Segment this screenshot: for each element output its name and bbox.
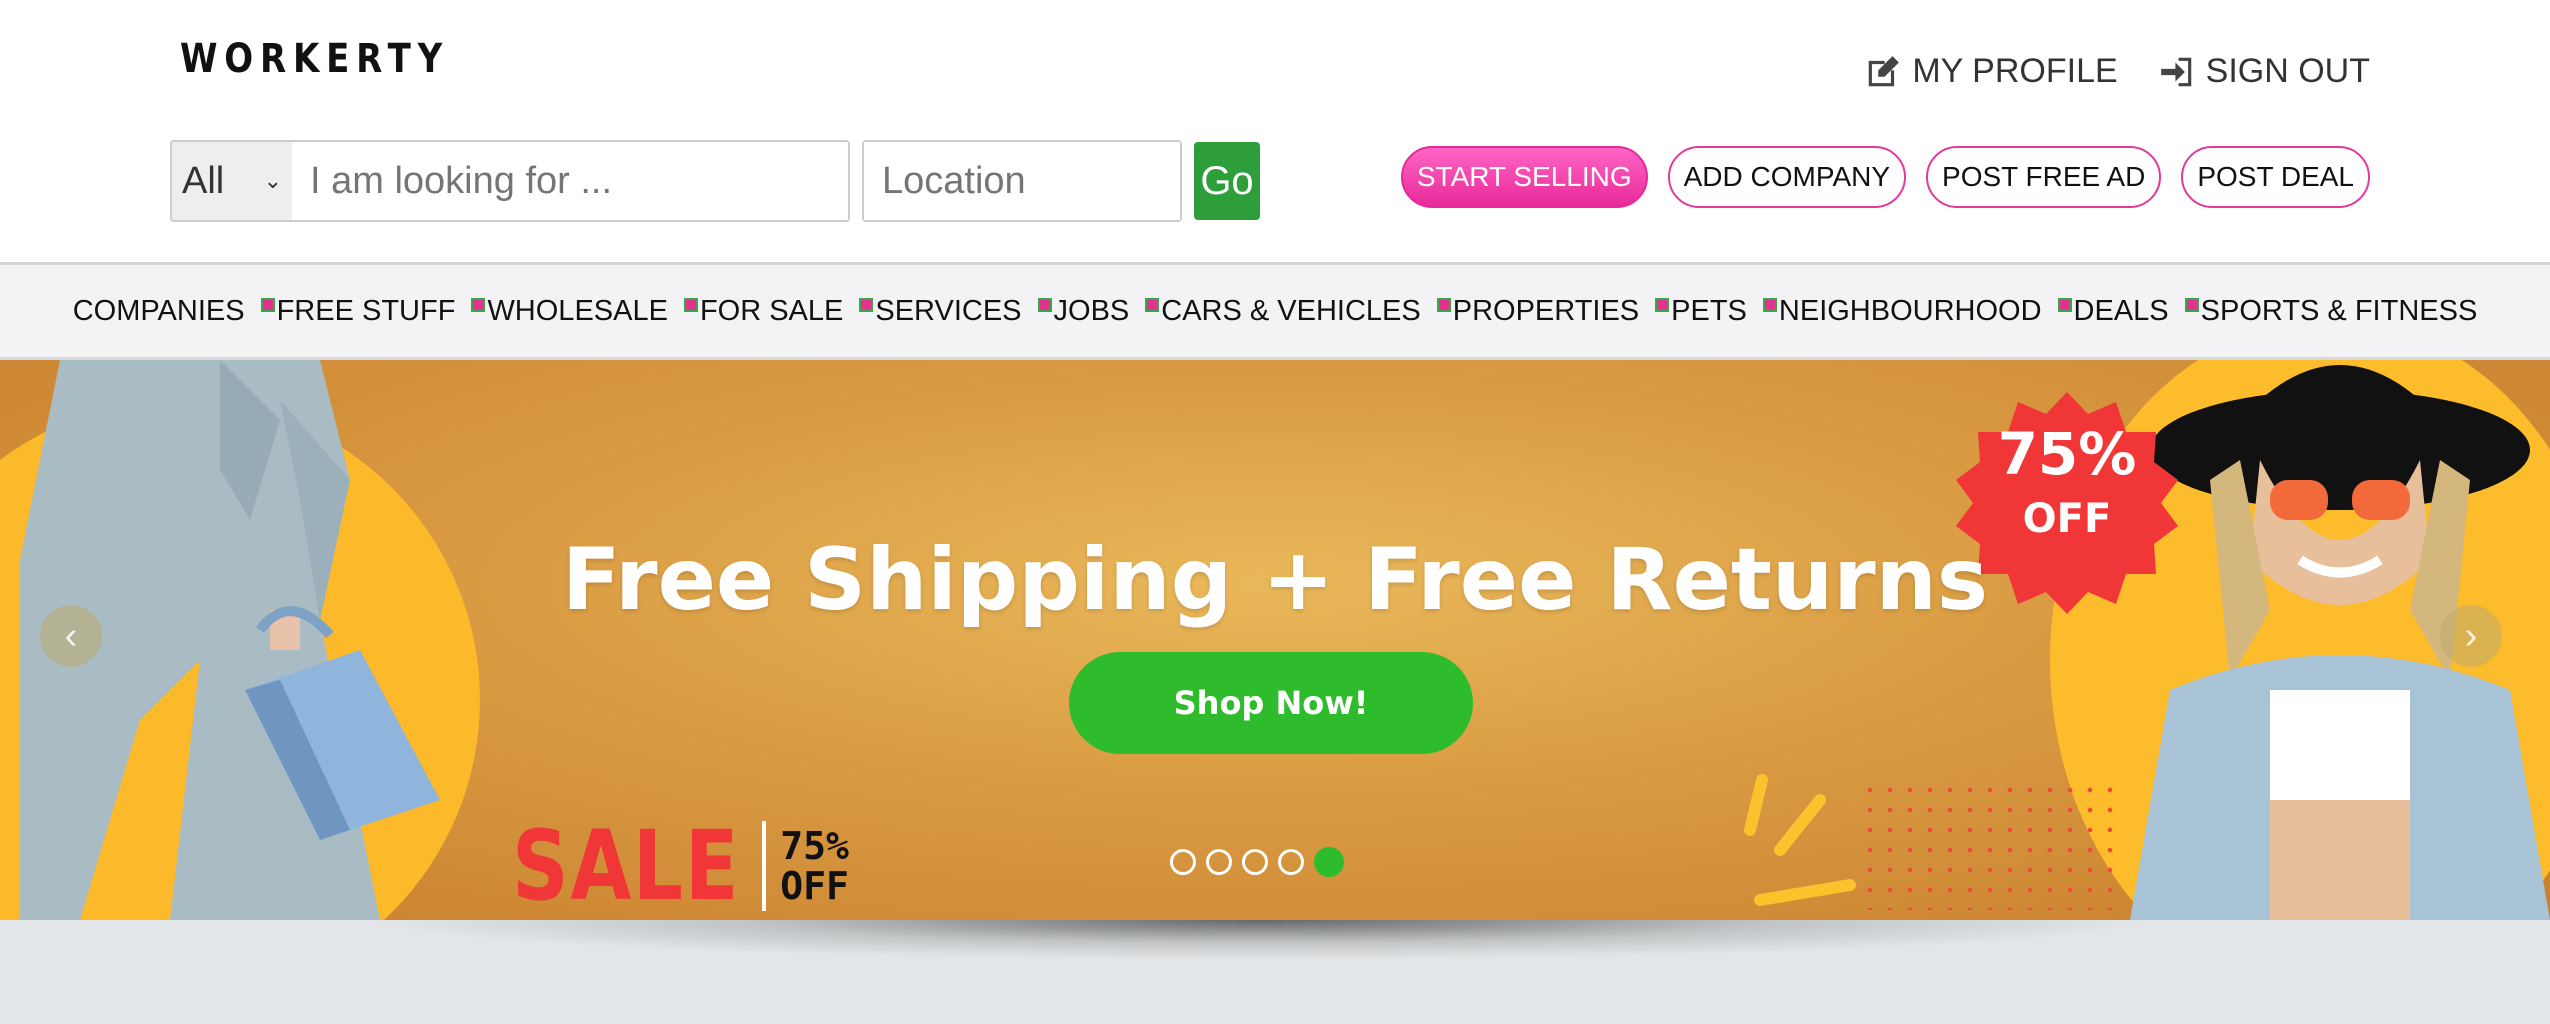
site-logo[interactable]: WORKERTY <box>180 36 449 82</box>
banner-headline: Free Shipping + Free Returns <box>561 530 1989 630</box>
shop-now-button[interactable]: Shop Now! <box>1069 652 1473 754</box>
hero-carousel: 75% OFF Free Shipping + Free Returns Sho… <box>0 360 2550 920</box>
sign-out-icon <box>2160 57 2191 86</box>
start-selling-button[interactable]: START SELLING <box>1400 146 1648 208</box>
nav-item-sports-fitness[interactable]: SPORTS & FITNESS <box>2184 294 2478 328</box>
bullet-icon <box>1436 298 1451 312</box>
post-free-ad-button[interactable]: POST FREE AD <box>1926 146 2162 208</box>
sale-percent-off: OFF <box>780 864 849 908</box>
sale-label: SALE 75% OFF <box>512 810 849 920</box>
bullet-icon <box>471 298 486 312</box>
my-profile-link[interactable]: MY PROFILE <box>1864 52 2118 91</box>
bullet-icon <box>1762 298 1777 312</box>
category-nav: COMPANIES FREE STUFF WHOLESALE FOR SALE … <box>0 265 2550 360</box>
carousel-dot[interactable] <box>1242 849 1268 875</box>
bullet-icon <box>1037 298 1052 312</box>
carousel-prev-button[interactable]: ‹ <box>40 605 102 667</box>
sale-word: SALE <box>512 810 741 920</box>
sign-out-label: SIGN OUT <box>2205 52 2370 90</box>
nav-item-label: NEIGHBOURHOOD <box>1778 294 2042 327</box>
chevron-down-icon: ⌄ <box>263 168 282 193</box>
search-bar: All ⌄ Go <box>170 140 1260 222</box>
nav-item-neighbourhood[interactable]: NEIGHBOURHOOD <box>1762 294 2042 328</box>
bullet-icon <box>1145 298 1160 312</box>
site-header: WORKERTY MY PROFILE SIGN OUT All ⌄ Go ST… <box>0 0 2550 265</box>
sign-out-link[interactable]: SIGN OUT <box>2158 52 2370 91</box>
category-value: All <box>182 159 225 202</box>
nav-item-label: PETS <box>1671 294 1747 327</box>
nav-item-properties[interactable]: PROPERTIES <box>1436 294 1640 328</box>
nav-item-for-sale[interactable]: FOR SALE <box>683 294 844 328</box>
nav-item-label: PROPERTIES <box>1452 294 1640 327</box>
post-deal-button[interactable]: POST DEAL <box>2181 146 2370 208</box>
nav-item-label: SERVICES <box>875 294 1022 327</box>
user-links: MY PROFILE SIGN OUT <box>1864 52 2370 91</box>
go-button[interactable]: Go <box>1194 142 1260 220</box>
nav-item-label: DEALS <box>2073 294 2169 327</box>
nav-item-free-stuff[interactable]: FREE STUFF <box>260 294 456 328</box>
discount-badge-text: 75% OFF <box>1956 420 2178 542</box>
edit-profile-icon <box>1869 55 1900 86</box>
nav-item-companies[interactable]: COMPANIES <box>73 295 245 328</box>
sale-divider <box>762 821 767 911</box>
bullet-icon <box>2184 298 2199 312</box>
bullet-icon <box>859 298 874 312</box>
nav-item-label: WHOLESALE <box>487 294 668 327</box>
nav-item-label: CARS & VEHICLES <box>1161 294 1421 327</box>
bullet-icon <box>1655 298 1670 312</box>
nav-item-pets[interactable]: PETS <box>1655 295 1747 328</box>
nav-item-deals[interactable]: DEALS <box>2057 294 2169 328</box>
location-input[interactable] <box>864 142 1180 220</box>
nav-item-cars-vehicles[interactable]: CARS & VEHICLES <box>1145 294 1421 328</box>
chevron-left-icon: ‹ <box>64 614 78 657</box>
carousel-dot[interactable] <box>1278 849 1304 875</box>
bullet-icon <box>260 298 275 312</box>
banner-shadow <box>360 920 2160 960</box>
bullet-icon <box>2057 298 2072 312</box>
sale-percent: 75% OFF <box>780 826 849 906</box>
nav-item-label: SPORTS & FITNESS <box>2200 294 2478 327</box>
carousel-dot[interactable] <box>1206 849 1232 875</box>
chevron-right-icon: › <box>2464 614 2478 657</box>
nav-item-label: FOR SALE <box>699 294 844 327</box>
streak-decoration <box>1744 774 1856 906</box>
search-box: All ⌄ <box>170 140 850 222</box>
header-actions: START SELLING ADD COMPANY POST FREE AD P… <box>1400 146 2370 208</box>
nav-item-jobs[interactable]: JOBS <box>1037 294 1130 328</box>
nav-item-wholesale[interactable]: WHOLESALE <box>471 295 668 328</box>
location-box <box>862 140 1182 222</box>
nav-item-label: COMPANIES <box>72 294 245 327</box>
carousel-next-button[interactable]: › <box>2440 605 2502 667</box>
nav-item-label: FREE STUFF <box>276 294 456 327</box>
my-profile-label: MY PROFILE <box>1912 52 2118 90</box>
sale-percent-value: 75% <box>780 824 849 868</box>
add-company-button[interactable]: ADD COMPANY <box>1667 146 1907 208</box>
carousel-dots <box>1170 847 1344 877</box>
carousel-dot-active[interactable] <box>1314 847 1344 877</box>
halftone-decoration <box>1860 780 2120 910</box>
nav-item-services[interactable]: SERVICES <box>859 294 1022 328</box>
carousel-dot[interactable] <box>1170 849 1196 875</box>
nav-item-label: JOBS <box>1053 294 1130 327</box>
search-input[interactable] <box>292 142 848 220</box>
bullet-icon <box>683 298 698 312</box>
badge-percent: 75% <box>1997 420 2137 488</box>
category-select[interactable]: All ⌄ <box>172 142 292 220</box>
